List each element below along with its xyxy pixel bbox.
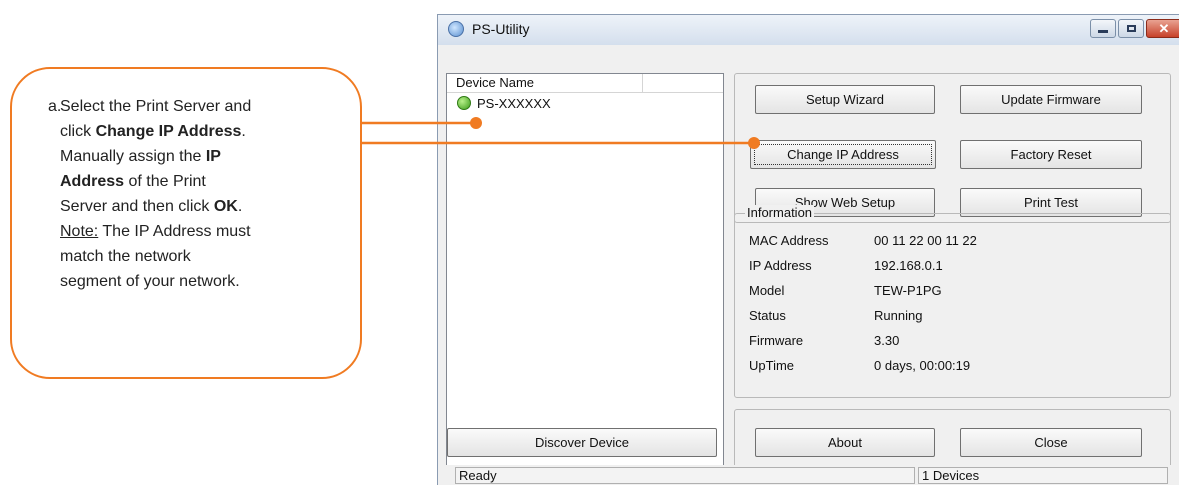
- setup-wizard-button[interactable]: Setup Wizard: [755, 85, 935, 114]
- device-list[interactable]: Device Name PS-XXXXXX: [446, 73, 724, 483]
- device-count: 1 Devices: [918, 467, 1168, 484]
- status-text: Ready: [455, 467, 915, 484]
- title-bar[interactable]: PS-Utility ✕: [438, 15, 1179, 45]
- instruction-line-text: Select the Print Server and: [60, 98, 252, 115]
- info-value: 0 days, 00:00:19: [874, 358, 971, 373]
- info-value: Running: [874, 308, 923, 323]
- info-value: 00 11 22 00 11 22: [874, 233, 977, 248]
- instruction-text: a. Select the Print Server and click Cha…: [48, 94, 350, 294]
- instruction-line-text: Server and then click: [60, 198, 214, 215]
- device-list-header: Device Name: [447, 74, 723, 93]
- instruction-line-text: of the Print: [124, 173, 206, 190]
- close-button[interactable]: Close: [960, 428, 1142, 457]
- info-label: Firmware: [749, 333, 804, 348]
- list-item[interactable]: PS-XXXXXX: [451, 94, 551, 112]
- info-label: MAC Address: [749, 233, 829, 248]
- close-icon: ✕: [1158, 21, 1170, 36]
- instruction-line: Manually assign the IP: [60, 144, 350, 169]
- instruction-line: Server and then click OK.: [60, 194, 350, 219]
- note-label: Note:: [60, 223, 99, 240]
- info-value: 3.30: [874, 333, 900, 348]
- instruction-line-text: match the network: [60, 248, 191, 265]
- about-button[interactable]: About: [755, 428, 935, 457]
- instruction-line-text: click: [60, 123, 96, 140]
- column-header-label: Device Name: [456, 75, 535, 90]
- maximize-button[interactable]: [1118, 19, 1144, 38]
- instruction-line: Note: The IP Address must: [60, 219, 350, 244]
- instruction-line: segment of your network.: [60, 269, 350, 294]
- instruction-emphasis: IP: [205, 148, 221, 165]
- instruction-line-text: Manually assign the: [60, 148, 206, 165]
- ps-utility-window: PS-Utility ✕ Device Name PS-XXXXXX Setup…: [437, 14, 1179, 485]
- instruction-line-text: The IP Address must: [98, 223, 251, 240]
- step-number: a.: [48, 98, 62, 115]
- app-globe-icon: [448, 21, 464, 37]
- change-ip-address-button[interactable]: Change IP Address: [750, 140, 936, 169]
- window-title: PS-Utility: [472, 21, 530, 37]
- update-firmware-button[interactable]: Update Firmware: [960, 85, 1142, 114]
- printer-status-green-icon: [457, 96, 471, 110]
- close-window-button[interactable]: ✕: [1146, 19, 1179, 38]
- info-label: Model: [749, 283, 785, 298]
- instruction-line: Select the Print Server and: [60, 94, 350, 119]
- information-legend: Information: [745, 205, 815, 220]
- discover-device-button[interactable]: Discover Device: [447, 428, 717, 457]
- instruction-line-text: .: [237, 198, 243, 215]
- instruction-line-text: segment of your network.: [60, 273, 240, 290]
- instruction-emphasis: Address: [60, 173, 125, 190]
- info-label: UpTime: [749, 358, 795, 373]
- instruction-emphasis: Change IP Address: [95, 123, 242, 140]
- info-label: Status: [749, 308, 786, 323]
- minimize-button[interactable]: [1090, 19, 1116, 38]
- instruction-line-text: .: [241, 123, 246, 140]
- instruction-line: match the network: [60, 244, 350, 269]
- instruction-line: Address of the Print: [60, 169, 350, 194]
- info-value: TEW-P1PG: [874, 283, 942, 298]
- maximize-icon: [1126, 25, 1136, 32]
- status-bar: Ready 1 Devices: [438, 465, 1179, 485]
- column-header-device-name[interactable]: Device Name: [447, 74, 643, 92]
- info-value: 192.168.0.1: [874, 258, 943, 273]
- minimize-icon: [1098, 30, 1108, 33]
- device-name: PS-XXXXXX: [477, 95, 551, 111]
- info-label: IP Address: [749, 258, 812, 273]
- window-client-area: Device Name PS-XXXXXX Setup Wizard Updat…: [438, 45, 1179, 485]
- instruction-line: click Change IP Address.: [60, 119, 350, 144]
- instruction-emphasis: OK: [213, 198, 238, 215]
- factory-reset-button[interactable]: Factory Reset: [960, 140, 1142, 169]
